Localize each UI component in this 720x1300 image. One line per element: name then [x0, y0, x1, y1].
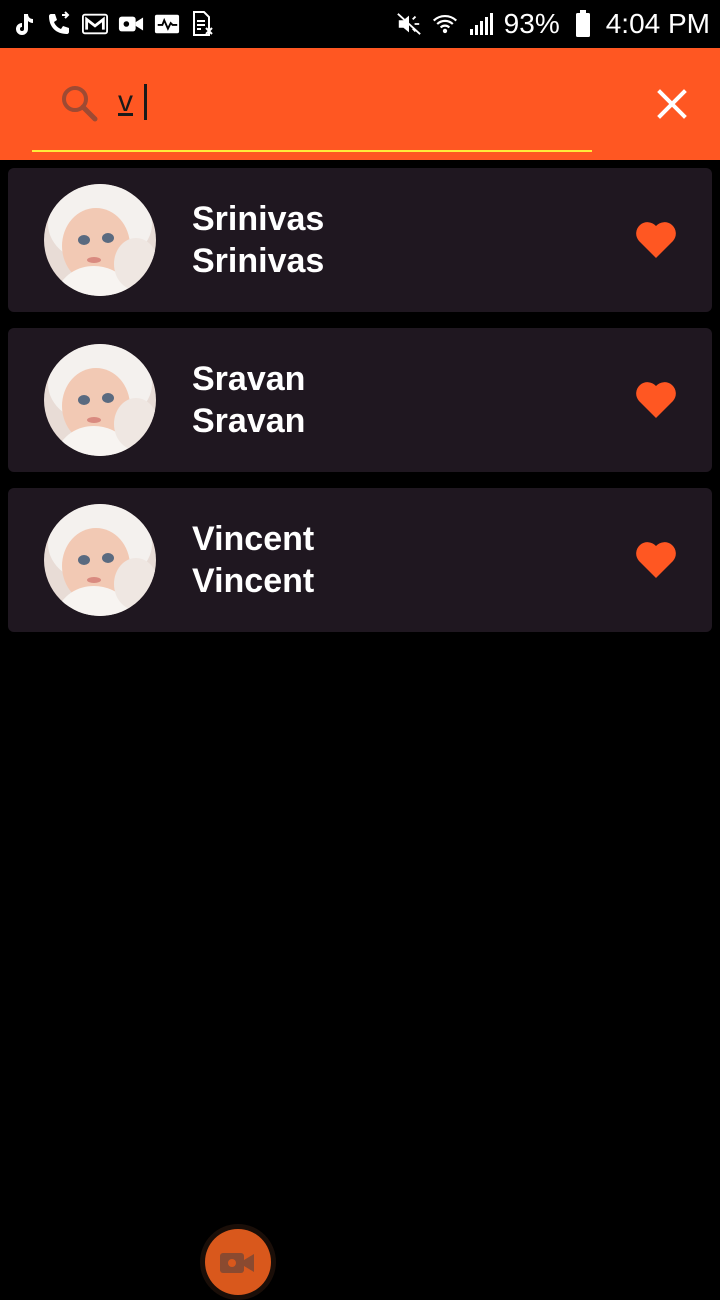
- contact-card[interactable]: Vincent Vincent: [8, 488, 712, 632]
- contact-first-name: Srinivas: [192, 200, 325, 238]
- signal-icon: [468, 11, 494, 37]
- contact-first-name: Vincent: [192, 520, 315, 558]
- battery-icon: [570, 10, 596, 37]
- avatar: [44, 504, 156, 616]
- battery-percentage: 93%: [503, 8, 560, 39]
- contact-last-name: Srinivas: [192, 242, 325, 280]
- sim-icon: [190, 11, 216, 37]
- text-caret: [144, 84, 147, 120]
- contact-card[interactable]: Sravan Sravan: [8, 328, 712, 472]
- mute-icon: [396, 11, 422, 37]
- status-bar: 93% 4:04 PM: [0, 0, 720, 48]
- contact-name: Sravan Sravan: [192, 358, 572, 442]
- contact-name: Srinivas Srinivas: [192, 198, 572, 282]
- wifi-icon: [432, 11, 458, 37]
- search-icon: [58, 82, 102, 126]
- activity-icon: [154, 11, 180, 37]
- contact-list: Srinivas Srinivas Sravan Sravan Vincent …: [8, 168, 712, 648]
- video-icon: [118, 11, 144, 37]
- status-bar-left: [10, 11, 216, 37]
- heart-icon[interactable]: [634, 218, 678, 260]
- status-bar-right: 93% 4:04 PM: [396, 8, 710, 40]
- video-call-button-inner: [205, 1229, 271, 1295]
- avatar: [44, 344, 156, 456]
- tiktok-icon: [10, 11, 36, 37]
- search-toolbar: [0, 48, 720, 160]
- gmail-icon: [82, 11, 108, 37]
- phone-forward-icon: [46, 11, 72, 37]
- video-call-button[interactable]: [200, 1224, 276, 1300]
- avatar: [44, 184, 156, 296]
- heart-icon[interactable]: [634, 538, 678, 580]
- contact-name: Vincent Vincent: [192, 518, 572, 602]
- contact-first-name: Sravan: [192, 360, 306, 398]
- video-camera-icon: [218, 1249, 258, 1282]
- contact-card[interactable]: Srinivas Srinivas: [8, 168, 712, 312]
- search-underline: [32, 150, 592, 152]
- search-input[interactable]: [118, 74, 578, 130]
- contact-last-name: Vincent: [192, 562, 315, 600]
- heart-icon[interactable]: [634, 378, 678, 420]
- close-icon[interactable]: [650, 82, 694, 126]
- clock: 4:04 PM: [605, 8, 710, 39]
- contact-last-name: Sravan: [192, 402, 306, 440]
